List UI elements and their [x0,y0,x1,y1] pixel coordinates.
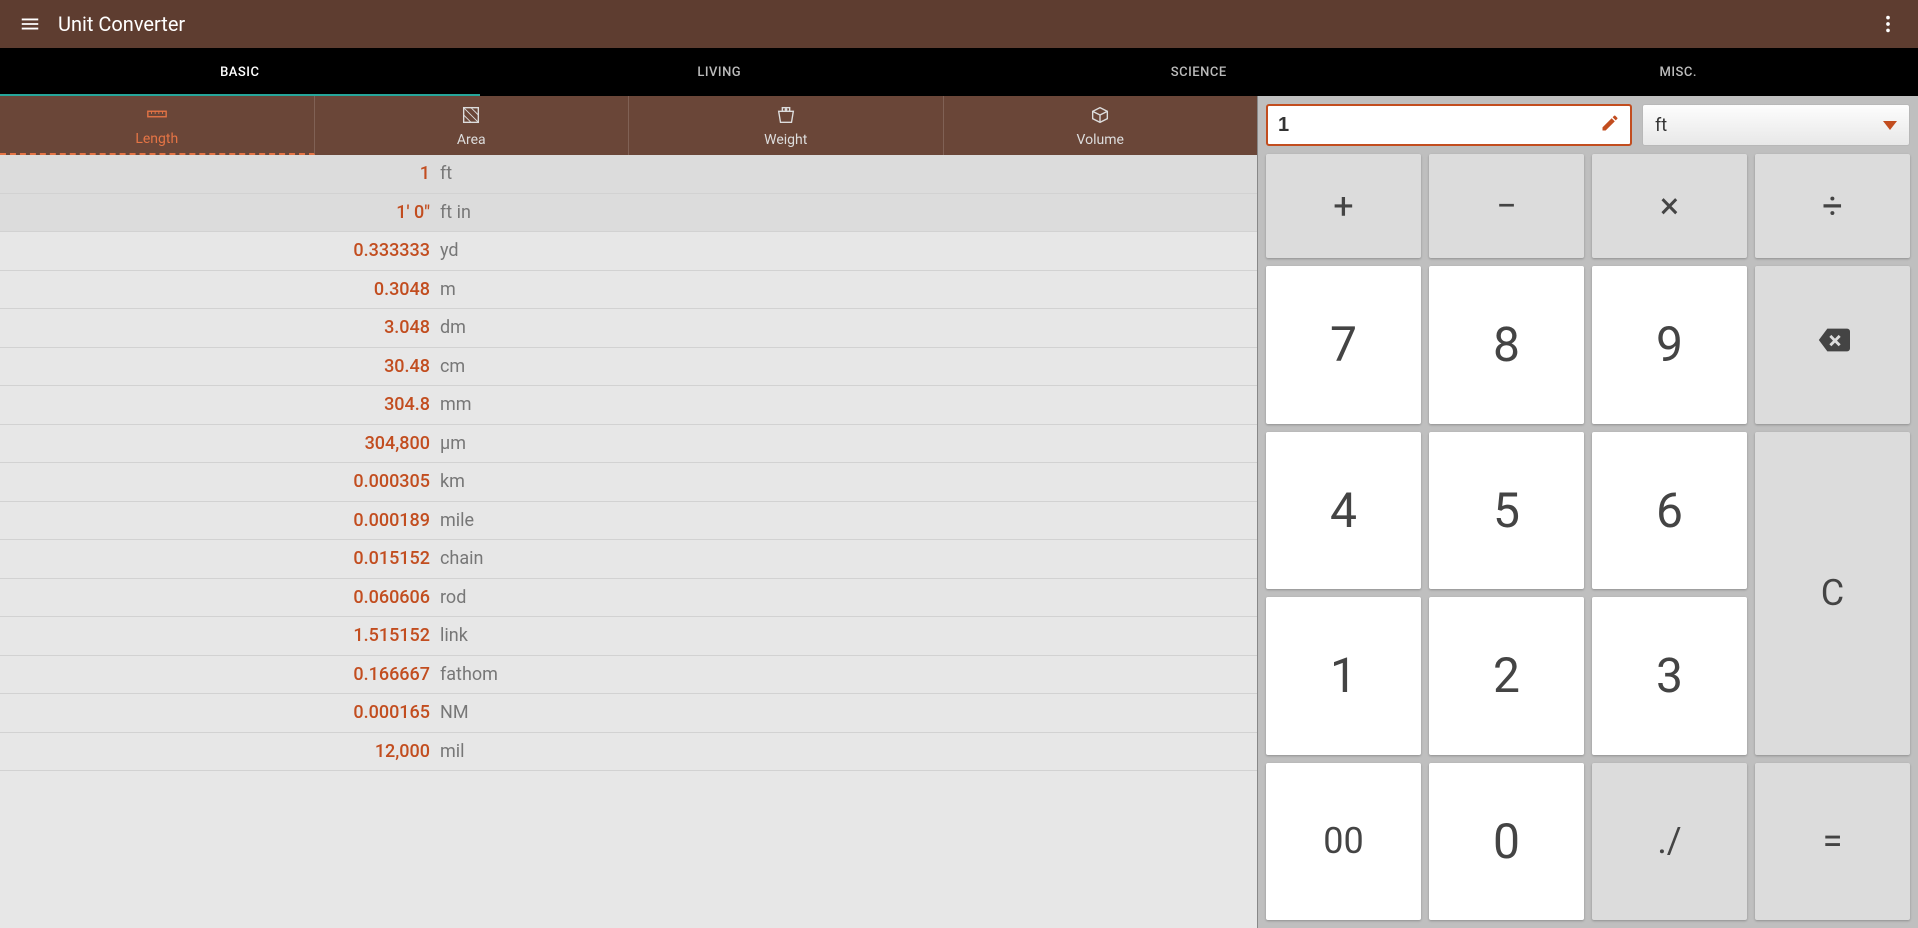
result-unit: ft in [440,202,471,223]
ruler-icon [146,103,168,129]
top-tab-science[interactable]: SCIENCE [959,48,1439,96]
result-value: 0.166667 [0,664,440,685]
key-8[interactable]: 8 [1429,266,1584,424]
result-unit: km [440,471,465,492]
result-row[interactable]: 0.000305km [0,463,1257,502]
result-value: 0.3048 [0,279,440,300]
result-unit: mm [440,394,472,415]
result-unit: µm [440,433,466,454]
result-value: 12,000 [0,741,440,762]
result-unit: link [440,625,468,646]
result-value: 0.000165 [0,702,440,723]
unit-select[interactable]: ft [1642,104,1910,146]
value-input[interactable] [1278,114,1600,137]
result-unit: mil [440,741,465,762]
value-input-box[interactable] [1266,104,1632,146]
result-row[interactable]: 0.166667fathom [0,656,1257,695]
result-unit: mile [440,510,474,531]
result-row[interactable]: 1ft [0,155,1257,194]
category-tab-volume[interactable]: Volume [944,96,1258,155]
more-vert-icon[interactable] [1868,4,1908,44]
result-row[interactable]: 0.000189mile [0,502,1257,541]
top-tab-bar: BASICLIVINGSCIENCEMISC. [0,48,1918,96]
key-dot[interactable]: ./ [1592,763,1747,921]
category-tab-area[interactable]: Area [315,96,630,155]
top-tab-living[interactable]: LIVING [480,48,960,96]
result-row[interactable]: 0.060606rod [0,579,1257,618]
hamburger-menu-icon[interactable] [10,4,50,44]
result-unit: chain [440,548,483,569]
dropdown-triangle-icon [1883,121,1897,130]
result-value: 30.48 [0,356,440,377]
key-9[interactable]: 9 [1592,266,1747,424]
app-header: Unit Converter [0,0,1918,48]
key-5[interactable]: 5 [1429,432,1584,590]
area-icon [460,104,482,130]
result-row[interactable]: 1.515152link [0,617,1257,656]
key-2[interactable]: 2 [1429,597,1584,755]
key-clear[interactable]: C [1755,432,1910,755]
key-equals[interactable]: = [1755,763,1910,921]
key-00[interactable]: 00 [1266,763,1421,921]
result-row[interactable]: 1' 0"ft in [0,194,1257,233]
result-unit: dm [440,317,466,338]
result-row[interactable]: 0.333333yd [0,232,1257,271]
right-panel: ft + − × ÷ 7 8 9 4 5 6 [1258,96,1918,928]
key-multiply[interactable]: × [1592,154,1747,258]
keypad: + − × ÷ 7 8 9 4 5 6 C 1 2 3 00 [1258,154,1918,928]
result-value: 0.333333 [0,240,440,261]
weight-icon [775,104,797,130]
result-value: 3.048 [0,317,440,338]
result-value: 304.8 [0,394,440,415]
results-list[interactable]: 1ft1' 0"ft in0.333333yd0.3048m3.048dm30.… [0,155,1257,928]
result-unit: cm [440,356,465,377]
input-row: ft [1258,96,1918,154]
result-value: 1.515152 [0,625,440,646]
category-tab-length[interactable]: Length [0,96,315,155]
result-value: 0.000305 [0,471,440,492]
key-0[interactable]: 0 [1429,763,1584,921]
result-value: 0.015152 [0,548,440,569]
result-row[interactable]: 30.48cm [0,348,1257,387]
category-tab-bar: LengthAreaWeightVolume [0,96,1257,155]
result-row[interactable]: 304.8mm [0,386,1257,425]
result-row[interactable]: 3.048dm [0,309,1257,348]
main-area: LengthAreaWeightVolume 1ft1' 0"ft in0.33… [0,96,1918,928]
result-value: 1' 0" [0,202,440,223]
result-unit: rod [440,587,466,608]
key-1[interactable]: 1 [1266,597,1421,755]
left-panel: LengthAreaWeightVolume 1ft1' 0"ft in0.33… [0,96,1258,928]
category-tab-weight[interactable]: Weight [629,96,944,155]
key-plus[interactable]: + [1266,154,1421,258]
result-unit: NM [440,702,469,723]
result-row[interactable]: 12,000mil [0,733,1257,772]
result-value: 1 [0,163,440,184]
volume-icon [1089,104,1111,130]
result-value: 0.000189 [0,510,440,531]
result-unit: yd [440,240,459,261]
key-4[interactable]: 4 [1266,432,1421,590]
backspace-icon [1816,323,1850,366]
result-unit: fathom [440,664,498,685]
key-backspace[interactable] [1755,266,1910,424]
app-root: Unit Converter BASICLIVINGSCIENCEMISC. L… [0,0,1918,928]
key-divide[interactable]: ÷ [1755,154,1910,258]
result-row[interactable]: 0.015152chain [0,540,1257,579]
result-row[interactable]: 0.3048m [0,271,1257,310]
result-value: 0.060606 [0,587,440,608]
result-row[interactable]: 304,800µm [0,425,1257,464]
top-tab-basic[interactable]: BASIC [0,48,480,96]
edit-icon[interactable] [1600,113,1620,137]
key-3[interactable]: 3 [1592,597,1747,755]
app-title: Unit Converter [58,12,185,36]
unit-select-value: ft [1655,115,1883,136]
key-minus[interactable]: − [1429,154,1584,258]
result-value: 304,800 [0,433,440,454]
key-7[interactable]: 7 [1266,266,1421,424]
result-unit: m [440,279,456,300]
key-6[interactable]: 6 [1592,432,1747,590]
top-tab-misc[interactable]: MISC. [1439,48,1918,96]
result-unit: ft [440,163,452,184]
result-row[interactable]: 0.000165NM [0,694,1257,733]
